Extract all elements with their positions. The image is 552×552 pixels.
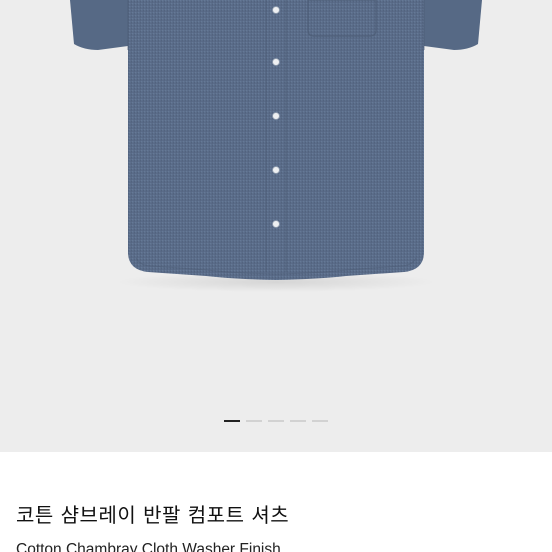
carousel-dot-3[interactable] (268, 420, 284, 422)
product-image-carousel[interactable] (0, 0, 552, 452)
shirt-image (70, 0, 482, 292)
carousel-dot-4[interactable] (290, 420, 306, 422)
product-info: 코튼 샴브레이 반팔 컴포트 셔츠 Cotton Chambray Cloth … (0, 452, 552, 552)
product-detail-page: 코튼 샴브레이 반팔 컴포트 셔츠 Cotton Chambray Cloth … (0, 0, 552, 552)
product-title-english: Cotton Chambray Cloth Washer Finish (16, 541, 281, 552)
carousel-indicator (224, 419, 328, 423)
carousel-dot-1[interactable] (224, 420, 240, 422)
product-title-korean: 코튼 샴브레이 반팔 컴포트 셔츠 (16, 503, 290, 527)
carousel-dot-2[interactable] (246, 420, 262, 422)
carousel-dot-5[interactable] (312, 420, 328, 422)
